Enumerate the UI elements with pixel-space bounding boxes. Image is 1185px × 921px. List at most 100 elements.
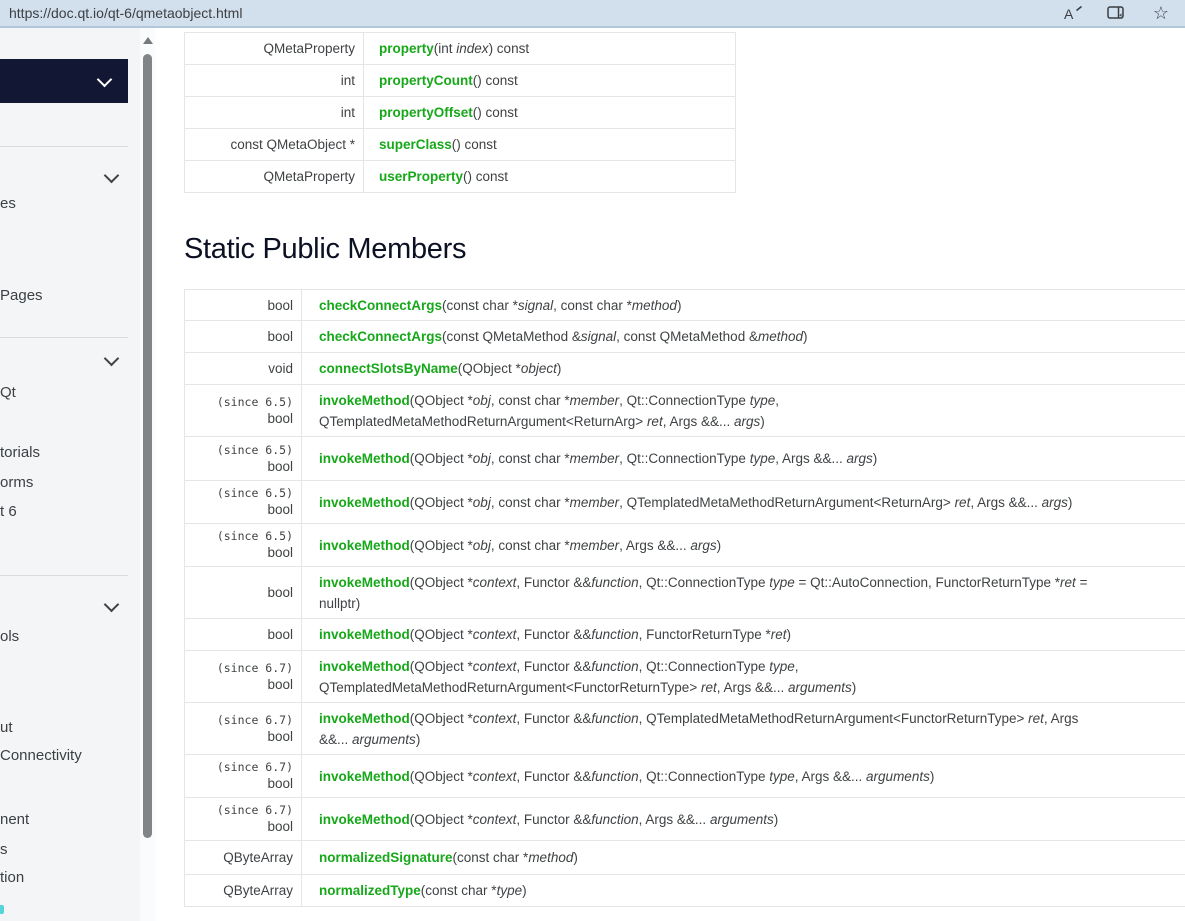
browser-toolbar-icons: A ☆ [1061,0,1185,26]
sidebar-scrollbar[interactable] [140,28,155,921]
method-link[interactable]: propertyOffset [379,105,473,120]
since-badge: (since 6.5) [216,394,293,409]
return-type: QByteArray [223,850,293,865]
public-members-table: QMetaProperty property(int index) const … [184,32,736,193]
method-args: (QObject *context, Functor &&function, F… [409,627,791,642]
static-members-table: bool checkConnectArgs(const char *signal… [184,289,1185,907]
method-args: (QObject *obj, const char *member, QTemp… [409,494,1073,510]
method-args: () const [472,105,518,120]
return-type: bool [267,502,293,517]
method-link[interactable]: invokeMethod [319,812,410,827]
method-link[interactable]: invokeMethod [319,769,410,784]
table-row: const QMetaObject * superClass() const [185,129,735,161]
sidebar-item-fragment[interactable]: es [0,194,16,214]
method-link[interactable]: invokeMethod [319,711,410,726]
return-type: bool [267,458,293,474]
method-link[interactable]: checkConnectArgs [319,329,442,344]
sidebar-item-fragment[interactable]: nent [0,810,29,830]
favorites-star-icon[interactable]: ☆ [1149,3,1173,23]
table-row: bool invokeMethod(QObject *context, Func… [185,567,1185,619]
table-row: void connectSlotsByName(QObject *object) [185,353,1185,385]
method-link[interactable]: invokeMethod [319,575,410,590]
method-link[interactable]: invokeMethod [319,627,410,642]
method-link[interactable]: property [379,41,434,56]
return-type: bool [267,728,293,744]
method-args: (const char *type) [420,883,527,898]
sidebar-divider [0,337,128,338]
scrollbar-thumb[interactable] [143,54,152,838]
section-chevron-down-icon[interactable] [103,167,120,184]
since-badge: (since 6.7) [216,760,293,774]
url-text[interactable]: https://doc.qt.io/qt-6/qmetaobject.html [9,5,242,21]
return-type: QByteArray [223,883,293,898]
since-badge: (since 6.7) [216,803,293,817]
table-row: (since 6.5) bool invokeMethod(QObject *ob… [185,524,1185,567]
table-row: QMetaProperty userProperty() const [185,161,735,193]
table-row: QByteArray normalizedType(const char *ty… [185,875,1185,907]
table-row: (since 6.7) bool invokeMethod(QObject *co… [185,798,1185,841]
return-type: QMetaProperty [263,41,355,56]
method-link[interactable]: invokeMethod [319,495,410,510]
method-link[interactable]: normalizedSignature [319,850,453,865]
sidebar-divider [0,575,128,576]
method-args: (QObject *context, Functor &&function, Q… [409,768,935,784]
sidebar-item-fragment[interactable]: torials [0,443,40,463]
sidebar-item-fragment[interactable]: t 6 [0,502,17,522]
method-args: (const char *signal, const char *method) [442,297,682,313]
table-row: (since 6.5) bool invokeMethod(QObject *ob… [185,437,1185,481]
method-link[interactable]: invokeMethod [319,393,410,408]
table-row: int propertyCount() const [185,65,735,97]
browser-address-bar[interactable]: https://doc.qt.io/qt-6/qmetaobject.html … [0,0,1185,28]
return-type: bool [267,676,293,692]
method-args: () const [451,137,497,152]
page-section-heading: Static Public Members [184,233,467,265]
return-type: bool [267,410,293,426]
sidebar-item-fragment[interactable]: tion [0,868,24,888]
method-link[interactable]: connectSlotsByName [319,361,458,376]
method-args: () const [463,169,509,184]
return-type: bool [267,329,293,344]
table-row: QMetaProperty property(int index) const [185,33,735,65]
scroll-up-arrow-icon[interactable] [143,37,153,44]
return-type: bool [267,585,293,600]
table-row: (since 6.7) bool invokeMethod(QObject *co… [185,703,1185,755]
since-badge: (since 6.5) [216,442,293,457]
method-link[interactable]: normalizedType [319,883,421,898]
method-link[interactable]: invokeMethod [319,451,410,466]
version-dropdown[interactable] [0,59,128,103]
chevron-down-icon [96,71,113,88]
sidebar-item-fragment[interactable]: s [0,840,8,860]
svg-text:A: A [1064,6,1074,22]
sidebar-item-fragment[interactable]: ut [0,718,13,738]
method-link[interactable]: invokeMethod [319,659,410,674]
table-row: int propertyOffset() const [185,97,735,129]
method-args: (const char *method) [452,850,578,865]
return-type: bool [267,627,293,642]
read-aloud-icon[interactable]: A [1061,3,1085,23]
section-chevron-down-icon[interactable] [103,596,120,613]
sidebar-item-fragment[interactable]: Connectivity [0,746,82,766]
method-args: (QObject *context, Functor &&function, Q… [319,574,1088,611]
immersive-reader-icon[interactable] [1105,3,1129,23]
link-fragment [0,905,4,914]
doc-content: QMetaProperty property(int index) const … [155,28,1185,921]
return-type: void [268,361,293,376]
sidebar-item-fragment[interactable]: ols [0,627,19,647]
method-args: () const [472,73,518,88]
table-row: (since 6.7) bool invokeMethod(QObject *co… [185,755,1185,798]
method-link[interactable]: invokeMethod [319,538,410,553]
sidebar-item-fragment[interactable]: Qt [0,383,16,403]
table-row: (since 6.5) bool invokeMethod(QObject *ob… [185,385,1185,437]
sidebar-item-fragment[interactable]: orms [0,473,33,493]
method-link[interactable]: checkConnectArgs [319,298,442,313]
return-type: bool [267,545,293,560]
table-row: bool checkConnectArgs(const char *signal… [185,290,1185,321]
method-link[interactable]: propertyCount [379,73,473,88]
method-link[interactable]: userProperty [379,169,463,184]
sidebar-divider [0,146,128,147]
method-args: (int index) const [433,41,530,56]
section-chevron-down-icon[interactable] [103,350,120,367]
since-badge: (since 6.5) [216,529,293,543]
sidebar-item-fragment[interactable]: Pages [0,286,43,306]
method-link[interactable]: superClass [379,137,452,152]
